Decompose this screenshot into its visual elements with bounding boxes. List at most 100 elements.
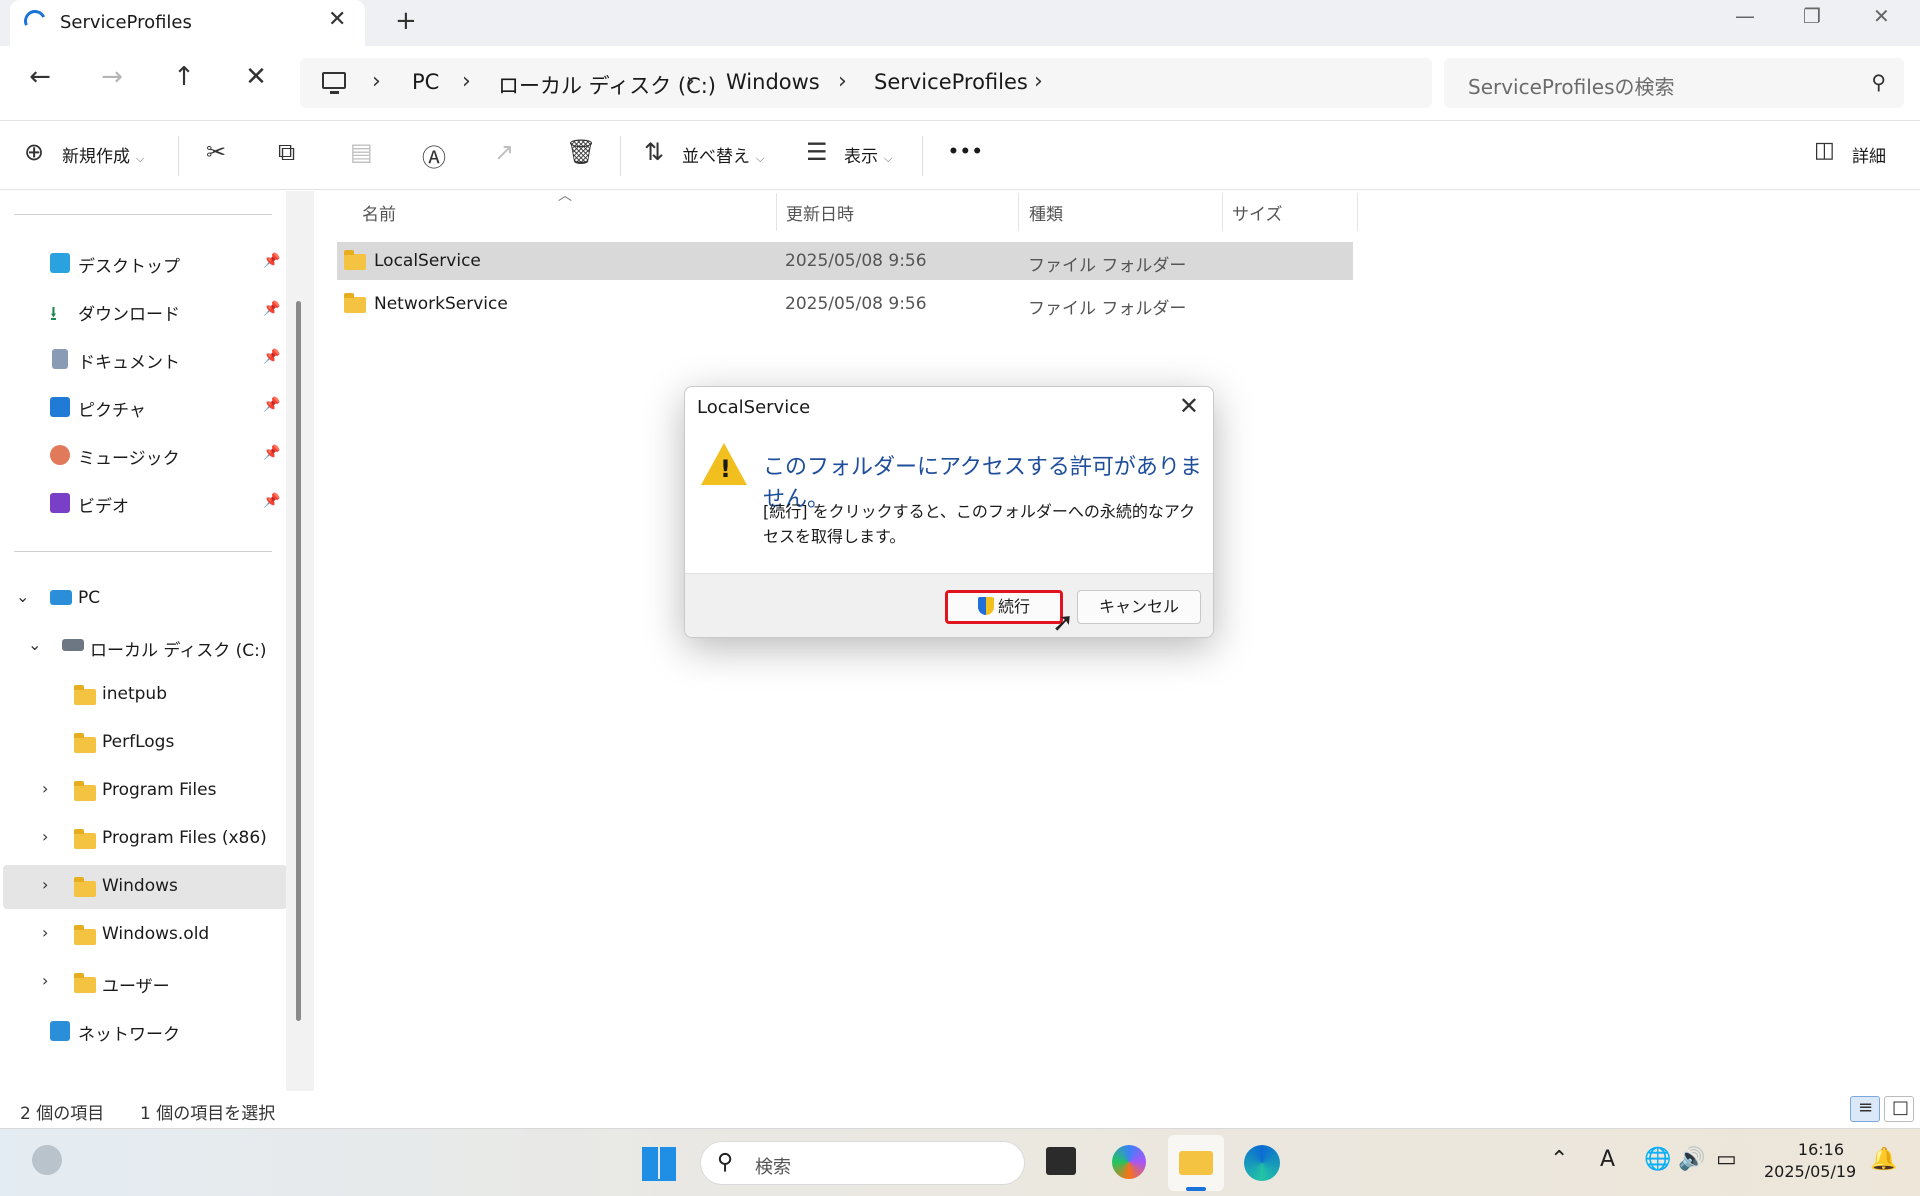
delete-icon[interactable]: 🗑	[566, 138, 596, 166]
edge-icon[interactable]	[1244, 1145, 1280, 1181]
address-bar[interactable]: › PC › ローカル ディスク (C:) › Windows › Servic…	[300, 58, 1432, 108]
volume-icon[interactable]: 🔊	[1678, 1147, 1705, 1172]
sidebar-item-desktop[interactable]: デスクトップ 📌	[0, 241, 284, 285]
sidebar-item-music[interactable]: ミュージック 📌	[0, 433, 284, 477]
sidebar-item-inetpub[interactable]: inetpub	[0, 673, 284, 717]
sidebar-item-downloads[interactable]: ⭳ ダウンロード 📌	[0, 289, 284, 333]
file-modified: 2025/05/08 9:56	[785, 251, 927, 271]
view-button[interactable]: 表示 ⌵	[844, 142, 892, 167]
breadcrumb-windows[interactable]: Windows	[726, 70, 820, 94]
sidebar-item-program-files-x86[interactable]: › Program Files (x86)	[0, 817, 284, 861]
column-divider[interactable]	[776, 193, 777, 231]
back-icon[interactable]: ←	[20, 62, 60, 92]
pin-icon[interactable]: 📌	[263, 253, 280, 269]
pin-icon[interactable]: 📌	[263, 397, 280, 413]
breadcrumb-serviceprofiles[interactable]: ServiceProfiles	[874, 70, 1028, 94]
tab-serviceprofiles[interactable]: ServiceProfiles ✕	[10, 0, 365, 46]
scrollbar-thumb[interactable]	[296, 301, 301, 1021]
restore-icon[interactable]: ❐	[1803, 4, 1821, 28]
chevron-right-icon[interactable]: ›	[372, 69, 381, 94]
column-divider[interactable]	[1018, 193, 1019, 231]
column-divider[interactable]	[1357, 193, 1358, 231]
notification-bell-icon[interactable]: 🔔	[1870, 1147, 1897, 1172]
continue-button[interactable]: 続行	[945, 590, 1063, 624]
pin-icon[interactable]: 📌	[263, 445, 280, 461]
sidebar-item-program-files[interactable]: › Program Files	[0, 769, 284, 813]
details-button[interactable]: 詳細	[1852, 142, 1886, 167]
rename-icon[interactable]: Ⓐ	[422, 138, 446, 173]
battery-icon[interactable]: ▭	[1716, 1147, 1737, 1172]
sidebar-scrollbar[interactable]	[286, 191, 314, 1091]
chevron-right-icon[interactable]: ›	[42, 923, 48, 942]
sidebar-item-perflogs[interactable]: PerfLogs	[0, 721, 284, 765]
task-view-icon[interactable]	[1046, 1147, 1076, 1175]
copy-icon[interactable]: ⧉	[278, 138, 295, 166]
sidebar-item-windows[interactable]: › Windows	[3, 865, 287, 909]
pin-icon[interactable]: 📌	[263, 493, 280, 509]
chevron-down-icon[interactable]: ⌄	[28, 635, 41, 654]
column-header-size[interactable]: サイズ	[1232, 200, 1283, 225]
up-icon[interactable]: ↑	[164, 62, 204, 92]
column-divider[interactable]	[1222, 193, 1223, 231]
window-close-icon[interactable]: ✕	[1873, 4, 1890, 28]
clock[interactable]: 16:16 2025/05/19	[1764, 1139, 1856, 1183]
cancel-button[interactable]: キャンセル	[1077, 590, 1201, 624]
view-icon[interactable]: ☰	[806, 138, 828, 166]
chevron-up-icon[interactable]: ⌃	[1550, 1147, 1568, 1172]
sidebar-item-pictures[interactable]: ピクチャ 📌	[0, 385, 284, 429]
pin-icon[interactable]: 📌	[263, 301, 280, 317]
chevron-right-icon[interactable]: ›	[42, 779, 48, 798]
stop-icon[interactable]: ✕	[236, 62, 276, 92]
chevron-right-icon[interactable]: ›	[42, 971, 48, 990]
chevron-right-icon[interactable]: ›	[42, 875, 48, 894]
cut-icon[interactable]: ✂	[206, 138, 226, 166]
paste-icon[interactable]: ▤	[350, 138, 373, 166]
breadcrumb-pc[interactable]: PC	[412, 70, 439, 94]
file-row-networkservice[interactable]: NetworkService 2025/05/08 9:56 ファイル フォルダ…	[337, 285, 1353, 323]
more-options-button[interactable]: •••	[948, 142, 984, 162]
sidebar-item-users[interactable]: › ユーザー	[0, 961, 284, 1005]
chevron-right-icon[interactable]: ›	[462, 69, 471, 94]
sidebar-item-local-disk[interactable]: ⌄ ローカル ディスク (C:)	[0, 625, 284, 669]
sidebar-item-documents[interactable]: ドキュメント 📌	[0, 337, 284, 381]
breadcrumb-local-disk[interactable]: ローカル ディスク (C:)	[498, 70, 716, 100]
sort-button[interactable]: 並べ替え ⌵	[682, 142, 764, 167]
folder-icon	[74, 781, 96, 801]
chevron-down-icon: ⌵	[756, 152, 765, 165]
chevron-right-icon[interactable]: ›	[686, 69, 695, 94]
tab-close-icon[interactable]: ✕	[328, 7, 346, 32]
column-header-name[interactable]: 名前	[362, 200, 396, 225]
sidebar-item-windows-old[interactable]: › Windows.old	[0, 913, 284, 957]
ime-indicator[interactable]: A	[1600, 1147, 1615, 1172]
sort-icon[interactable]: ⇅	[644, 138, 664, 166]
details-view-button[interactable]	[1850, 1096, 1880, 1122]
sidebar-item-network[interactable]: ネットワーク	[0, 1009, 284, 1053]
dialog-close-icon[interactable]: ✕	[1179, 392, 1199, 420]
taskbar-search[interactable]: ⚲ 検索	[700, 1141, 1025, 1185]
chevron-right-icon[interactable]: ›	[1034, 69, 1043, 94]
copilot-icon[interactable]	[1112, 1145, 1146, 1179]
plus-circle-icon[interactable]: ⊕	[24, 138, 44, 166]
start-icon[interactable]	[642, 1147, 676, 1181]
new-tab-button[interactable]: +	[395, 6, 417, 36]
details-pane-icon[interactable]: ◫	[1814, 138, 1835, 163]
chevron-down-icon[interactable]: ⌄	[16, 587, 29, 606]
search-input[interactable]: ServiceProfilesの検索 ⚲	[1444, 58, 1904, 108]
chevron-right-icon[interactable]: ›	[838, 69, 847, 94]
forward-icon[interactable]: →	[92, 62, 132, 92]
column-header-type[interactable]: 種類	[1029, 200, 1063, 225]
sidebar-item-pc[interactable]: ⌄ PC	[0, 577, 284, 621]
pin-icon[interactable]: 📌	[263, 349, 280, 365]
weather-widget-icon[interactable]	[32, 1145, 62, 1175]
new-button[interactable]: 新規作成 ⌵	[62, 142, 144, 167]
minimize-icon[interactable]: —	[1735, 4, 1755, 28]
file-row-localservice[interactable]: LocalService 2025/05/08 9:56 ファイル フォルダー	[337, 242, 1353, 280]
tiles-view-button[interactable]	[1884, 1096, 1914, 1122]
network-icon[interactable]: 🌐	[1644, 1147, 1671, 1172]
chevron-right-icon[interactable]: ›	[42, 827, 48, 846]
share-icon[interactable]: ↗	[494, 138, 514, 166]
sidebar-item-videos[interactable]: ビデオ 📌	[0, 481, 284, 525]
file-explorer-taskbar-button[interactable]	[1168, 1135, 1224, 1191]
search-icon[interactable]: ⚲	[1871, 70, 1886, 94]
column-header-modified[interactable]: 更新日時	[786, 200, 854, 225]
